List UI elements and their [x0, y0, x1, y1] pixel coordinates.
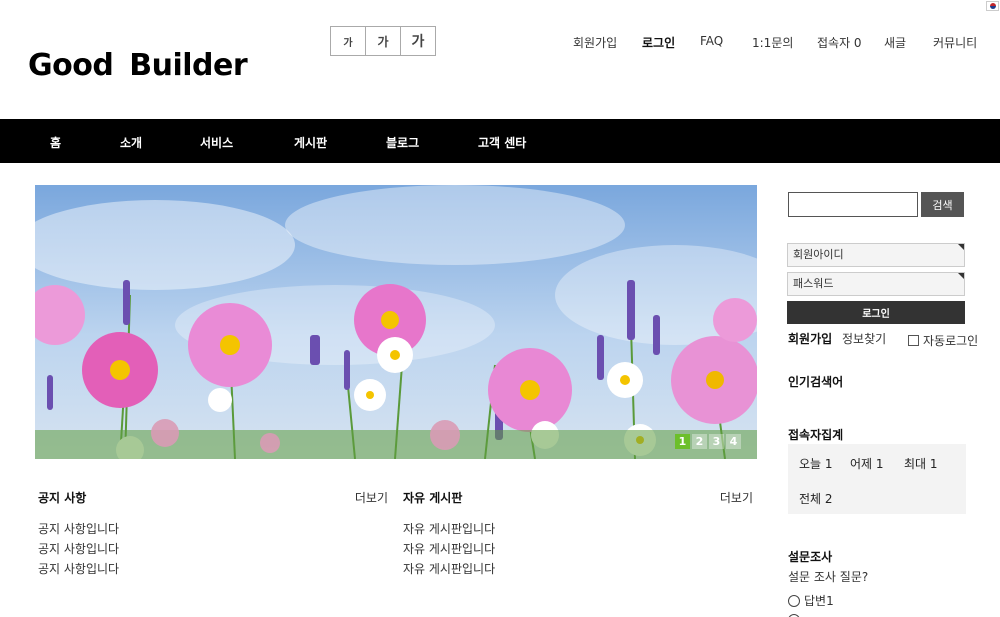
main-banner[interactable]: 1 2 3 4 [35, 185, 757, 459]
checkbox-icon[interactable] [908, 335, 919, 346]
free-board: 자유 게시판 더보기 자유 게시판입니다 자유 게시판입니다 자유 게시판입니다 [403, 489, 753, 579]
top-menu-join[interactable]: 회원가입 [573, 34, 617, 51]
nav-item-home[interactable]: 홈 [50, 134, 61, 151]
poll-question: 설문 조사 질문? [788, 570, 869, 584]
visit-today: 오늘 1 [799, 457, 833, 471]
top-menu-faq[interactable]: FAQ [700, 34, 723, 48]
banner-flowers-image [35, 185, 757, 459]
member-id-placeholder: 회원아이디 [793, 248, 844, 261]
site-logo[interactable]: Good Builder [28, 48, 248, 83]
password-field[interactable]: 패스워드 [787, 272, 965, 296]
radio-icon[interactable] [788, 594, 800, 607]
top-menu-new-posts[interactable]: 새글 [884, 34, 906, 51]
notice-board-more-link[interactable]: 더보기 [355, 489, 388, 506]
poll-option-label: 답변1 [804, 594, 834, 608]
notice-board: 공지 사항 더보기 공지 사항입니다 공지 사항입니다 공지 사항입니다 [38, 489, 388, 579]
nav-item-customer-center[interactable]: 고객 센타 [478, 134, 526, 151]
join-link[interactable]: 회원가입 [788, 332, 832, 346]
top-menu: 회원가입 로그인 FAQ 1:1문의 접속자 0 새글 커뮤니티 [0, 34, 1000, 50]
notice-item[interactable]: 공지 사항입니다 [38, 539, 388, 559]
free-board-more-link[interactable]: 더보기 [720, 489, 753, 506]
search-button[interactable]: 검색 [921, 192, 964, 217]
free-board-item[interactable]: 자유 게시판입니다 [403, 559, 753, 579]
nav-item-blog[interactable]: 블로그 [386, 134, 419, 151]
banner-page-3[interactable]: 3 [709, 434, 724, 449]
member-id-field[interactable]: 회원아이디 [787, 243, 965, 267]
top-menu-qa[interactable]: 1:1문의 [752, 34, 793, 51]
required-corner-icon [958, 244, 964, 250]
search-input[interactable] [788, 192, 918, 217]
visitor-stats-title: 접속자집계 [788, 428, 844, 442]
language-flag-icon[interactable] [986, 1, 999, 11]
required-corner-icon [958, 273, 964, 279]
notice-item[interactable]: 공지 사항입니다 [38, 519, 388, 539]
find-info-link[interactable]: 정보찾기 [842, 332, 886, 346]
visitor-stats-box: 오늘 1 어제 1 최대 1 전체 2 [788, 444, 966, 514]
nav-item-about[interactable]: 소개 [120, 134, 142, 151]
banner-page-1[interactable]: 1 [675, 434, 690, 449]
top-menu-visitors[interactable]: 접속자 0 [817, 34, 862, 51]
top-menu-community[interactable]: 커뮤니티 [933, 34, 977, 51]
login-button[interactable]: 로그인 [787, 301, 965, 324]
visit-max: 최대 1 [904, 457, 938, 471]
nav-item-service[interactable]: 서비스 [200, 134, 233, 151]
poll-title: 설문조사 [788, 550, 833, 564]
auto-login-checkbox[interactable]: 자동로그인 [908, 332, 978, 349]
free-board-item[interactable]: 자유 게시판입니다 [403, 519, 753, 539]
auto-login-label: 자동로그인 [923, 334, 979, 348]
free-board-title[interactable]: 자유 게시판 [403, 491, 462, 505]
notice-board-title[interactable]: 공지 사항 [38, 491, 86, 505]
free-board-item[interactable]: 자유 게시판입니다 [403, 539, 753, 559]
poll-option-1[interactable]: 답변1 [788, 592, 834, 609]
password-placeholder: 패스워드 [793, 277, 834, 290]
banner-page-2[interactable]: 2 [692, 434, 707, 449]
login-links: 회원가입 정보찾기 [788, 330, 886, 347]
visit-yesterday: 어제 1 [850, 457, 884, 471]
nav-item-board[interactable]: 게시판 [294, 134, 327, 151]
visit-total: 전체 2 [799, 492, 833, 506]
top-menu-login[interactable]: 로그인 [642, 34, 675, 51]
popular-search-title: 인기검색어 [788, 375, 844, 389]
banner-page-4[interactable]: 4 [726, 434, 741, 449]
main-navigation: 홈 소개 서비스 게시판 블로그 고객 센타 [0, 119, 1000, 163]
banner-pager: 1 2 3 4 [675, 434, 741, 449]
notice-item[interactable]: 공지 사항입니다 [38, 559, 388, 579]
